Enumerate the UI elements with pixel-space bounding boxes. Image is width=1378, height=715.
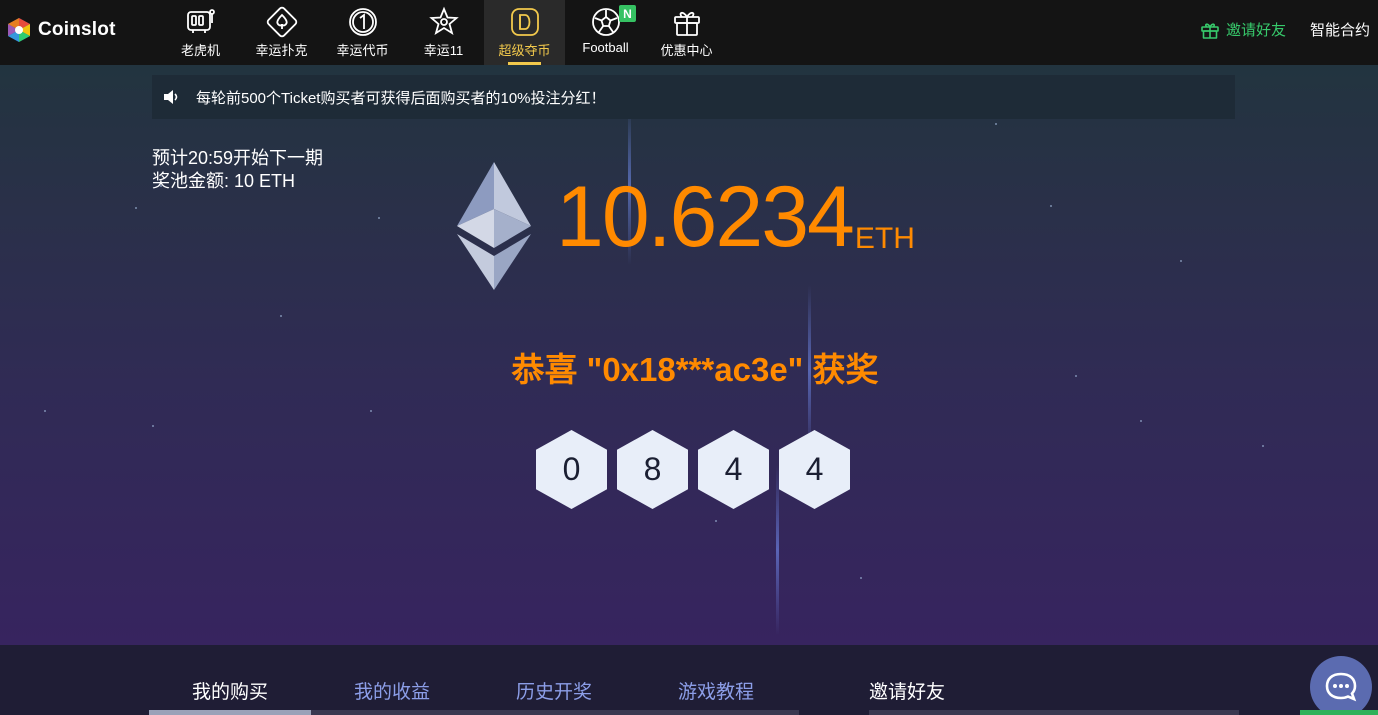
announcement-text: 每轮前500个Ticket购买者可获得后面购买者的10%投注分红！ — [196, 89, 606, 107]
gift-box-icon — [673, 11, 700, 36]
hero-panel: 每轮前500个Ticket购买者可获得后面购买者的10%投注分红！ 预计20:5… — [0, 65, 1378, 645]
invite-panel-divider — [869, 710, 1239, 715]
nav-label: 幸运11 — [423, 43, 464, 58]
star-decoration — [1050, 205, 1052, 207]
invite-friends-label: 邀请好友 — [1225, 22, 1286, 39]
prize-pool-amount: 奖池金额: 10 ETH — [152, 171, 296, 191]
nav-label: Football — [582, 40, 629, 55]
new-badge: N — [619, 5, 636, 22]
gift-icon — [1201, 22, 1219, 39]
main-nav: 老虎机 幸运扑克 幸运代币 幸运11 超级夺币 N Football 优惠中心 — [160, 0, 727, 65]
brand-name: Coinslot — [38, 19, 116, 40]
jackpot-display: 10.6234 ETH — [556, 172, 915, 262]
star-decoration — [378, 217, 380, 219]
nav-item-lucky11[interactable]: 幸运11 — [403, 0, 484, 65]
bottom-section: 我的购买 我的收益 历史开奖 游戏教程 邀请好友 — [0, 645, 1378, 715]
nav-item-poker[interactable]: 幸运扑克 — [241, 0, 322, 65]
nav-item-super-coin[interactable]: 超级夺币 — [484, 0, 565, 65]
next-round-time: 预计20:59开始下一期 — [152, 148, 324, 168]
announcement-bar: 每轮前500个Ticket购买者可获得后面购买者的10%投注分红！ — [152, 75, 1235, 119]
star-icon — [428, 6, 459, 35]
top-right-links: 邀请好友 智能合约 — [1200, 19, 1370, 40]
chat-support-button[interactable] — [1310, 656, 1372, 715]
star-decoration — [715, 520, 717, 522]
nav-label: 老虎机 — [180, 43, 220, 58]
nav-item-lucky-token[interactable]: 幸运代币 — [322, 0, 403, 65]
football-icon — [591, 8, 620, 36]
nav-label: 幸运扑克 — [255, 43, 308, 58]
jackpot-unit: ETH — [854, 222, 915, 255]
ethereum-icon — [457, 162, 531, 290]
coinslot-logo-icon — [8, 18, 30, 42]
d-coin-icon — [510, 8, 539, 36]
brand[interactable]: Coinslot — [6, 16, 116, 44]
nav-item-promotions[interactable]: 优惠中心 — [646, 0, 727, 65]
star-decoration — [44, 410, 46, 412]
spade-icon — [266, 6, 297, 38]
slot-machine-icon — [186, 9, 215, 33]
winning-number-digit: 8 — [617, 430, 688, 509]
speaker-icon — [164, 90, 178, 104]
invite-friends-link[interactable]: 邀请好友 — [1200, 19, 1286, 40]
star-decoration — [860, 577, 862, 579]
nav-item-slots[interactable]: 老虎机 — [160, 0, 241, 65]
winning-number-digit: 4 — [698, 430, 769, 509]
winning-number-digit: 0 — [536, 430, 607, 509]
invite-panel-title: 邀请好友 — [869, 682, 946, 703]
star-decoration — [152, 425, 154, 427]
winner-announcement: 恭喜 "0x18***ac3e" 获奖 — [511, 351, 879, 388]
coin-one-icon — [348, 8, 377, 36]
winning-number-digit: 4 — [779, 430, 850, 509]
active-tab-indicator — [149, 710, 311, 715]
star-decoration — [1140, 420, 1142, 422]
nav-item-football[interactable]: N Football — [565, 0, 646, 65]
chat-status-bar — [1300, 710, 1378, 715]
jackpot-value: 10.6234 — [556, 169, 855, 265]
chat-bubble-icon — [1325, 672, 1357, 702]
smart-contract-link[interactable]: 智能合约 — [1310, 19, 1370, 40]
nav-label: 幸运代币 — [336, 43, 389, 58]
star-decoration — [1180, 260, 1182, 262]
star-decoration — [280, 315, 282, 317]
star-decoration — [995, 123, 997, 125]
star-decoration — [135, 207, 137, 209]
top-navbar: Coinslot 老虎机 幸运扑克 幸运代币 幸运11 超级夺币 N Footb… — [0, 0, 1378, 65]
star-decoration — [370, 410, 372, 412]
winning-numbers: 0 8 4 4 — [536, 430, 850, 509]
nav-label: 超级夺币 — [498, 43, 551, 58]
nav-label: 优惠中心 — [660, 43, 713, 58]
star-decoration — [1262, 445, 1264, 447]
